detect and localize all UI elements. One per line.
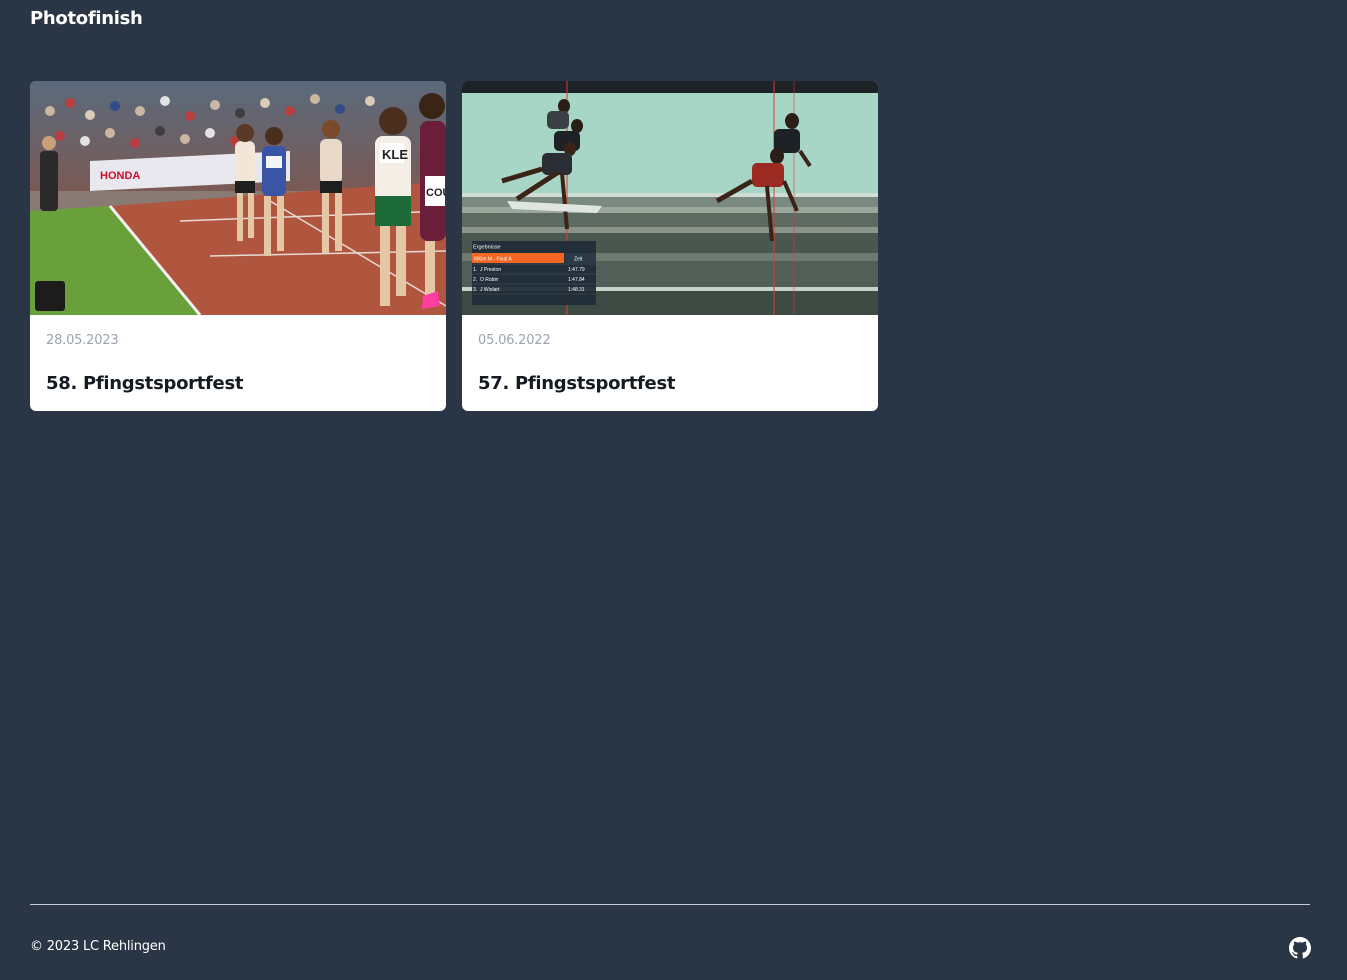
github-link[interactable] xyxy=(1289,937,1311,959)
result-time: 1:47.79 xyxy=(568,267,585,273)
event-card-58-pfingstsportfest[interactable]: HONDA KLE CO 28.05.2023 58. Pfingstsport… xyxy=(30,81,446,411)
event-date: 05.06.2022 xyxy=(478,333,551,348)
results-time-header: Zeit xyxy=(574,257,583,263)
site-title[interactable]: Photofinish xyxy=(30,7,143,31)
svg-text:HONDA: HONDA xyxy=(100,170,140,182)
event-title: 57. Pfingstsportfest xyxy=(478,373,676,394)
svg-text:KLE: KLE xyxy=(382,147,408,162)
footer-copyright: © 2023 LC Rehlingen xyxy=(30,939,166,954)
race-finish-photo: HONDA KLE CO xyxy=(30,81,446,315)
result-time: 1:47.84 xyxy=(568,277,585,283)
event-date: 28.05.2023 xyxy=(46,333,119,348)
results-overlay: Ergebnisse 800m M - Final A Zeit 1. J Pr… xyxy=(472,241,596,305)
card-body: 05.06.2022 57. Pfingstsportfest xyxy=(462,332,878,396)
event-card-57-pfingstsportfest[interactable]: Ergebnisse 800m M - Final A Zeit 1. J Pr… xyxy=(462,81,878,411)
results-race: 800m M - Final A xyxy=(474,257,512,263)
result-name: J Preston xyxy=(480,267,501,273)
results-heading: Ergebnisse xyxy=(473,245,501,251)
footer-divider xyxy=(30,904,1310,905)
event-title: 58. Pfingstsportfest xyxy=(46,373,244,394)
result-rank: 3. xyxy=(473,287,477,293)
result-time: 1:48.31 xyxy=(568,287,585,293)
photofinish-camera-image: Ergebnisse 800m M - Final A Zeit 1. J Pr… xyxy=(462,81,878,315)
result-rank: 1. xyxy=(473,267,477,273)
card-body: 28.05.2023 58. Pfingstsportfest xyxy=(30,332,446,396)
svg-text:COU: COU xyxy=(426,187,446,199)
result-rank: 2. xyxy=(473,277,477,283)
result-name: J Wiolart xyxy=(480,287,500,293)
page: Photofinish HONDA KLE CO 28.05.2023 58. … xyxy=(0,0,1347,980)
event-list: HONDA KLE CO 28.05.2023 58. Pfingstsport… xyxy=(30,81,878,411)
github-icon xyxy=(1289,937,1311,959)
result-name: O Robin xyxy=(480,277,499,283)
